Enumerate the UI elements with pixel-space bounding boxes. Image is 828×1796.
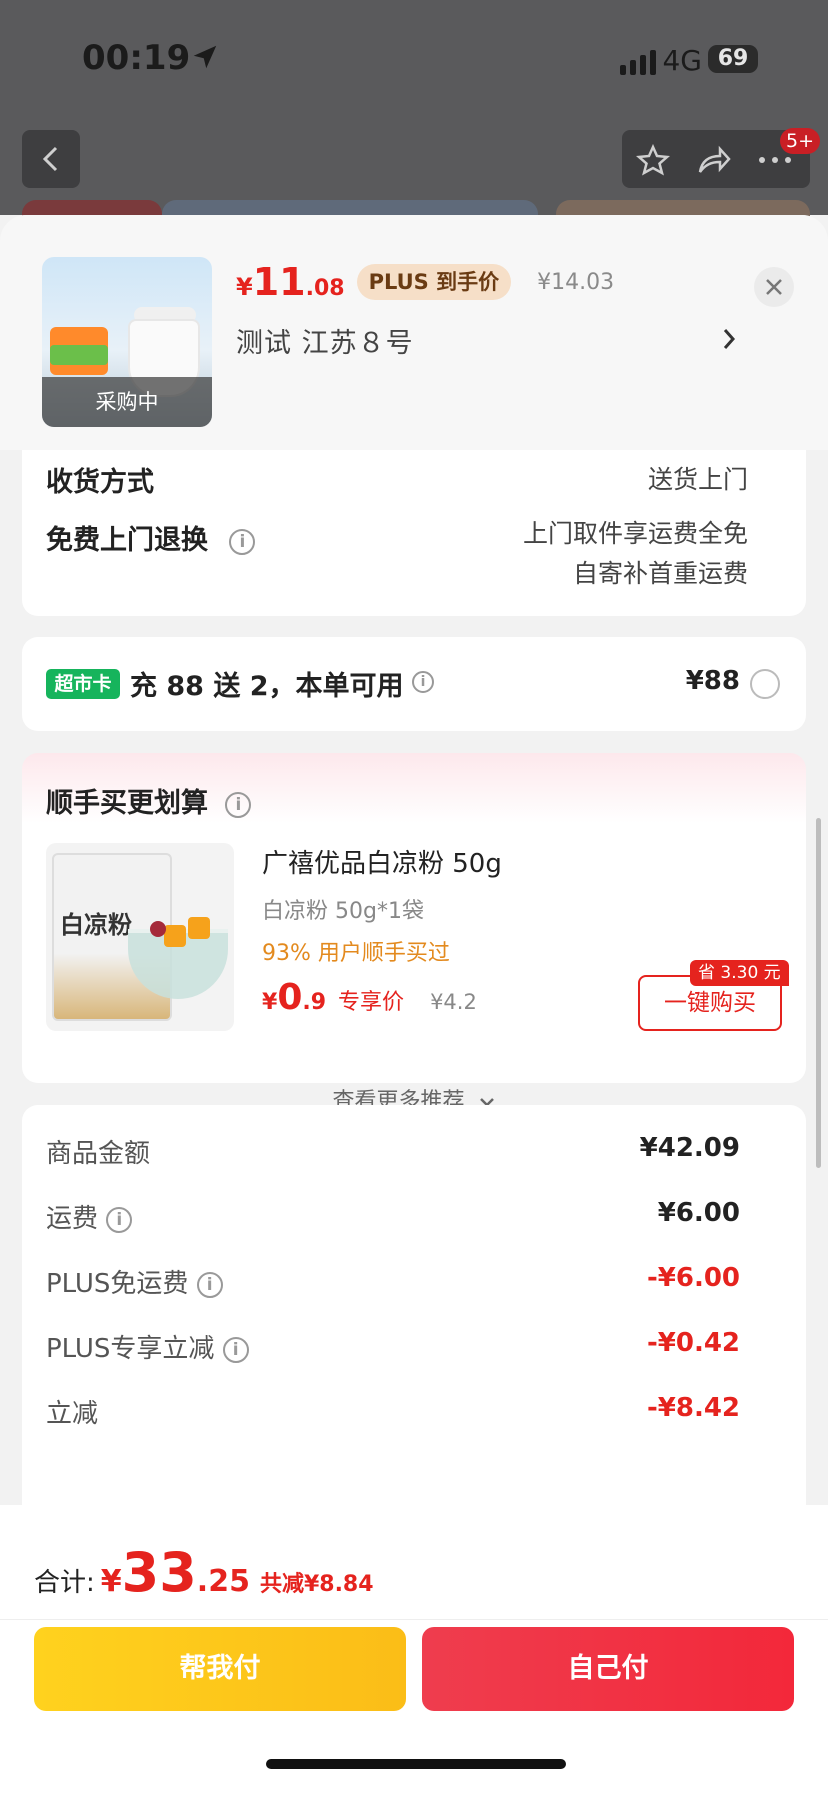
promo-strip	[50, 345, 108, 365]
mango-piece	[188, 917, 210, 939]
message-badge: 5+	[780, 128, 821, 154]
return-policy-line1: 上门取件享运费全免	[522, 519, 748, 548]
price-integer: 11	[252, 260, 306, 304]
summary-value: -¥0.42	[646, 1328, 740, 1358]
total-integer: 33	[121, 1541, 197, 1604]
signal-icon	[620, 50, 656, 75]
product-header: 采购中 ¥ 11 .08 PLUS 到手价 ¥14.03 测试 江苏８号	[0, 215, 828, 450]
addon-price-currency: ¥	[262, 990, 278, 1015]
return-policy-line2: 自寄补首重运费	[572, 559, 748, 588]
chevron-left-icon	[42, 146, 58, 172]
total-currency: ¥	[100, 1564, 122, 1599]
status-time: 00:19	[82, 38, 191, 78]
summary-value: ¥42.09	[639, 1133, 740, 1163]
summary-row: 运费 i ¥6.00	[46, 1198, 740, 1238]
info-icon[interactable]: i	[196, 1271, 223, 1298]
addon-item-spec: 白凉粉 50g*1袋	[262, 899, 424, 924]
total-label: 合计:	[34, 1568, 95, 1598]
close-button[interactable]	[754, 267, 794, 307]
delivery-method-value[interactable]: 送货上门	[648, 460, 748, 496]
market-card-chip: 超市卡	[46, 669, 120, 699]
chevron-right-icon[interactable]	[720, 325, 738, 353]
summary-label: PLUS专享立减 i	[46, 1328, 249, 1365]
free-return-text: 免费上门退换	[46, 525, 208, 556]
info-icon[interactable]: i	[229, 528, 256, 555]
mango-piece	[164, 925, 186, 947]
summary-row: 商品金额 ¥42.09	[46, 1133, 740, 1173]
battery-indicator: 69	[708, 45, 758, 73]
market-card-text: 充 88 送 2，本单可用	[130, 671, 404, 702]
total-saved: 共减¥8.84	[259, 1572, 374, 1597]
summary-row: PLUS免运费 i -¥6.00	[46, 1263, 740, 1303]
total-decimal: .25	[196, 1564, 250, 1599]
checkout-sheet: 采购中 ¥ 11 .08 PLUS 到手价 ¥14.03 测试 江苏８号 收货方…	[0, 215, 828, 1796]
star-icon[interactable]	[636, 144, 670, 176]
summary-value: ¥6.00	[657, 1198, 740, 1228]
market-card-radio[interactable]	[750, 669, 780, 699]
summary-label: PLUS免运费 i	[46, 1263, 223, 1300]
price-currency: ¥	[236, 273, 253, 301]
pack-label: 白凉粉	[60, 911, 132, 939]
market-card-offer[interactable]: 超市卡 充 88 送 2，本单可用 i ¥88	[22, 637, 806, 731]
self-pay-button[interactable]: 自己付	[422, 1627, 794, 1711]
addon-price-integer: 0	[277, 977, 303, 1018]
addon-item-stat: 93% 用户顺手买过	[262, 941, 450, 966]
summary-label: 运费 i	[46, 1198, 133, 1235]
summary-value: -¥8.42	[646, 1393, 740, 1423]
info-icon[interactable]: i	[225, 791, 252, 818]
summary-row: 立减 -¥8.42	[46, 1393, 740, 1433]
delivery-card: 收货方式 送货上门 免费上门退换 i 上门取件享运费全免 自寄补首重运费	[22, 450, 806, 616]
addon-item-title[interactable]: 广禧优品白凉粉 50g	[262, 843, 502, 880]
status-bar: 00:19 4G 69	[82, 38, 768, 82]
addon-price-label: 专享价	[338, 990, 405, 1015]
info-icon[interactable]: i	[412, 671, 434, 693]
addon-price-decimal: .9	[302, 990, 327, 1015]
share-icon[interactable]	[696, 144, 732, 176]
divider	[0, 1619, 828, 1620]
more-icon[interactable]	[758, 156, 792, 164]
info-icon[interactable]: i	[106, 1206, 133, 1233]
addon-old-price: ¥4.2	[430, 990, 477, 1014]
purchase-status: 采购中	[42, 377, 212, 427]
addon-title-text: 顺手买更划算	[46, 788, 208, 819]
addon-card: 顺手买更划算 i 白凉粉 广禧优品白凉粉 50g 白凉粉 50g*1袋 93% …	[22, 753, 806, 1114]
free-return-label: 免费上门退换 i	[46, 518, 256, 557]
scrollbar[interactable]	[816, 818, 821, 1168]
back-button[interactable]	[22, 130, 80, 188]
summary-value: -¥6.00	[646, 1263, 740, 1293]
info-icon[interactable]: i	[222, 1336, 249, 1363]
total-price: 合计: ¥ 33 .25 共减¥8.84	[34, 1541, 374, 1604]
delivery-address[interactable]: 测试 江苏８号	[236, 321, 414, 360]
save-tag: 省 3.30 元	[690, 960, 789, 986]
delivery-method-label: 收货方式	[46, 467, 154, 498]
summary-label: 商品金额	[46, 1139, 151, 1169]
addon-title: 顺手买更划算 i	[46, 781, 252, 820]
product-thumbnail[interactable]: 采购中	[42, 257, 212, 427]
original-price: ¥14.03	[537, 269, 615, 295]
checkout-footer: 合计: ¥ 33 .25 共减¥8.84 帮我付 自己付	[0, 1505, 828, 1796]
addon-price-row: ¥ 0 .9 专享价 ¥4.2	[262, 977, 477, 1018]
home-indicator	[266, 1759, 566, 1769]
berry	[150, 921, 166, 937]
market-card-amount: ¥88	[685, 666, 740, 696]
addon-thumbnail[interactable]: 白凉粉	[46, 843, 234, 1031]
help-pay-button[interactable]: 帮我付	[34, 1627, 406, 1711]
plus-price-tag: PLUS 到手价	[356, 264, 512, 300]
summary-row: PLUS专享立减 i -¥0.42	[46, 1328, 740, 1368]
close-icon	[766, 279, 782, 295]
location-arrow-icon	[193, 45, 217, 69]
summary-label: 立减	[46, 1399, 99, 1429]
price-summary-card: 商品金额 ¥42.09 运费 i ¥6.00 PLUS免运费 i -¥6.00 …	[22, 1105, 806, 1525]
price-decimal: .08	[305, 276, 345, 301]
product-price-row: ¥ 11 .08 PLUS 到手价 ¥14.03	[236, 260, 614, 304]
network-type: 4G	[662, 44, 702, 77]
